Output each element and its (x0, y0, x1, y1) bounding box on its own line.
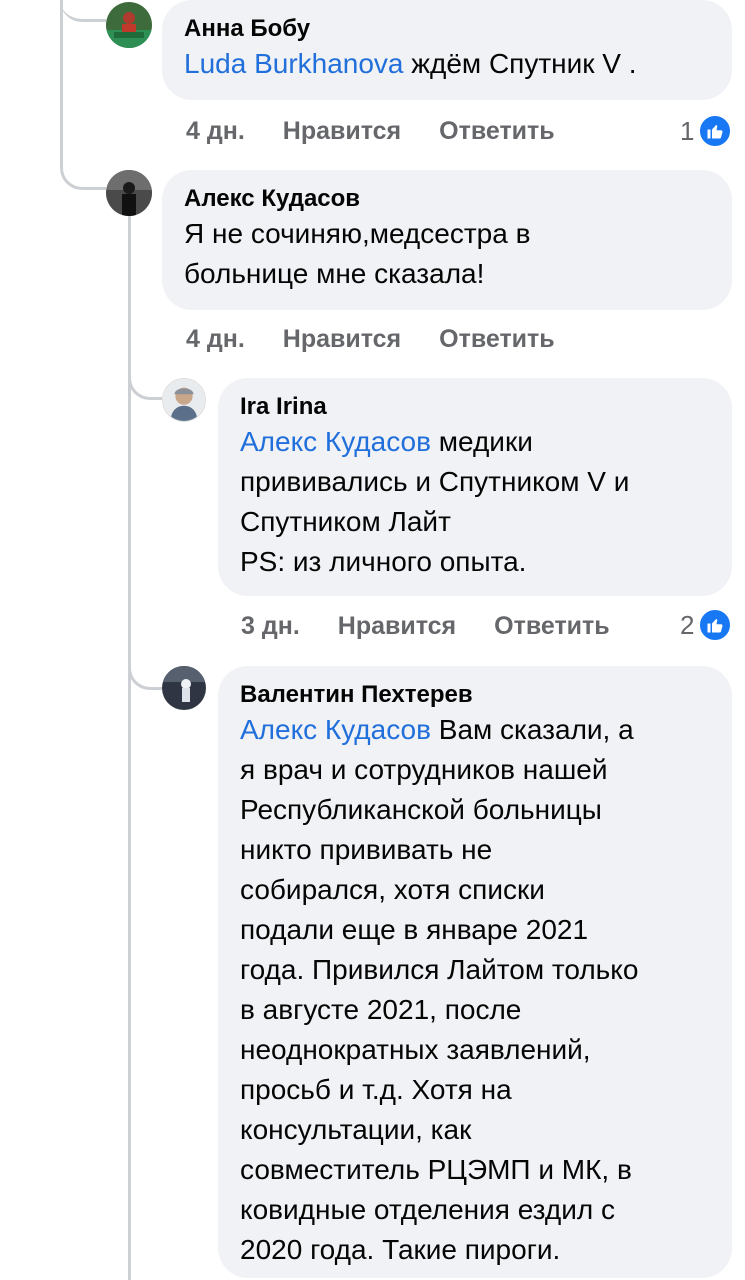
reaction-number: 1 (680, 115, 695, 146)
avatar[interactable] (106, 170, 152, 216)
comment-text: Алекс Кудасов Вам сказали, а я врач и со… (240, 714, 639, 1265)
comment-author[interactable]: Валентин Пехтерев (240, 680, 710, 710)
mention-link[interactable]: Luda Burkhanova (184, 48, 404, 79)
thread-connector-ira (128, 360, 162, 400)
avatar[interactable] (106, 2, 152, 48)
comment-author[interactable]: Алекс Кудасов (184, 184, 710, 214)
avatar-image (162, 666, 206, 710)
reply-button[interactable]: Ответить (494, 611, 610, 641)
thumbs-up-icon (698, 608, 733, 642)
like-button[interactable]: Нравится (338, 611, 456, 641)
like-button[interactable]: Нравится (283, 116, 401, 146)
reaction-count[interactable]: 2 (680, 608, 733, 642)
comment-bubble: Алекс Кудасов Я не сочиняю,медсестра в б… (162, 170, 732, 310)
comment-text: Luda Burkhanova ждём Спутник V . (184, 48, 637, 79)
reaction-count[interactable]: 1 (680, 114, 733, 148)
like-button[interactable]: Нравится (283, 324, 401, 354)
mention-link[interactable]: Алекс Кудасов (240, 426, 431, 457)
comment-bubble: Ira Irina Алекс Кудасов медики прививали… (218, 378, 732, 596)
comment-text: Алекс Кудасов медики прививались и Спутн… (240, 426, 630, 577)
thread-connector-valentin (128, 650, 162, 690)
comment-time[interactable]: 3 дн. (241, 611, 300, 641)
avatar[interactable] (162, 378, 206, 422)
reaction-number: 2 (680, 609, 695, 640)
reply-button[interactable]: Ответить (439, 116, 555, 146)
reply-button[interactable]: Ответить (439, 324, 555, 354)
thumbs-up-icon (698, 114, 733, 148)
avatar-image (106, 2, 152, 48)
mention-link[interactable]: Алекс Кудасов (240, 714, 431, 745)
comment-actions: 4 дн. Нравится Ответить (186, 116, 593, 146)
thread-line-main (60, 0, 63, 160)
comment-bubble: Валентин Пехтерев Алекс Кудасов Вам сказ… (218, 666, 732, 1278)
comment-time[interactable]: 4 дн. (186, 324, 245, 354)
avatar-image (106, 170, 152, 216)
avatar[interactable] (162, 666, 206, 710)
comment-time[interactable]: 4 дн. (186, 116, 245, 146)
comment-bubble: Анна Бобу Luda Burkhanova ждём Спутник V… (162, 0, 732, 100)
comment-actions: 4 дн. Нравится Ответить (186, 324, 593, 354)
comment-text: Я не сочиняю,медсестра в больнице мне ск… (184, 218, 531, 289)
avatar-image (163, 379, 205, 421)
comment-actions: 3 дн. Нравится Ответить (241, 611, 648, 641)
thread-connector-aleks (60, 150, 106, 190)
thread-connector-anna (60, 0, 106, 22)
comment-author[interactable]: Ira Irina (240, 392, 710, 422)
comment-author[interactable]: Анна Бобу (184, 14, 710, 44)
